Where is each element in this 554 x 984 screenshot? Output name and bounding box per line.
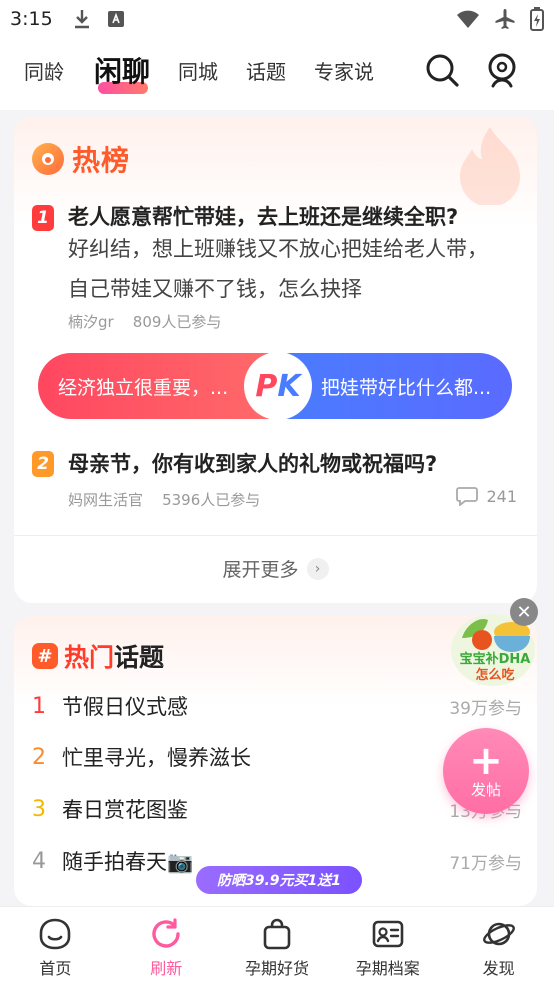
bottom-nav-records[interactable]: 孕期档案: [332, 907, 443, 984]
promo-pill-banner[interactable]: 防晒39.9元买1送1: [194, 864, 364, 896]
wifi-icon: [457, 10, 479, 28]
hot-topics-title-part1: 热门: [64, 643, 115, 672]
pk-letter-p: P: [255, 368, 278, 404]
hot-question-meta: 楠汐gr 809人已参与: [68, 311, 221, 332]
home-face-icon: [40, 918, 71, 950]
topic-row[interactable]: 1 节假日仪式感 39万参与: [32, 686, 522, 726]
battery-icon: [530, 7, 544, 31]
hot-topics-header: # 热门话题: [32, 638, 164, 674]
comment-count-value: 241: [486, 486, 517, 506]
pk-badge: PK: [244, 352, 312, 420]
topic-name: 节假日仪式感: [62, 695, 188, 719]
hot-question-desc[interactable]: 好纠结，想上班赚钱又不放心把娃给老人带，自己带娃又赚不了钱，怎么抉择: [68, 229, 508, 309]
bottom-nav: 首页 刷新 孕期好货 孕期档案 发现: [0, 906, 554, 984]
participant-count: 809人已参与: [132, 313, 222, 331]
search-icon[interactable]: [424, 52, 460, 88]
tab-chat[interactable]: 闲聊: [94, 50, 150, 90]
divider: [14, 535, 537, 536]
shopping-bag-icon: [263, 918, 291, 950]
promo-line1: 宝宝补DHA: [459, 652, 531, 667]
post-fab-label: 发帖: [470, 780, 501, 799]
topic-rank: 2: [32, 744, 46, 770]
tab-expert[interactable]: 专家说: [314, 56, 374, 85]
bottom-nav-goods[interactable]: 孕期好货: [222, 907, 333, 984]
bottom-nav-discover[interactable]: 发现: [443, 907, 554, 984]
download-icon: [74, 10, 89, 29]
hot-question-title[interactable]: 老人愿意帮忙带娃，去上班还是继续全职?: [68, 201, 458, 231]
comment-bubble-icon: [456, 487, 479, 506]
status-bar: 3:15: [0, 0, 554, 38]
profile-card-icon: [372, 920, 404, 948]
promo-text[interactable]: 宝宝补DHA 怎么吃: [452, 652, 538, 684]
top-nav: 同龄 闲聊 同城 话题 专家说: [0, 38, 554, 110]
hot-list-title: 热榜: [72, 144, 131, 177]
hot-flame-icon: [32, 143, 64, 175]
topic-row[interactable]: 3 春日赏花图鉴 13万参与: [32, 789, 522, 829]
topic-name: 春日赏花图鉴: [62, 798, 188, 822]
topic-count: 71万参与: [449, 853, 522, 874]
author-name: 楠汐gr: [68, 313, 114, 331]
hashtag-icon: #: [32, 643, 58, 669]
bottom-nav-label: 首页: [39, 959, 72, 978]
keyboard-icon: [107, 11, 124, 27]
rank-badge: 1: [32, 205, 54, 231]
hot-question-meta: 妈网生活官 5396人已参与: [68, 489, 260, 510]
tab-same-age[interactable]: 同龄: [24, 56, 64, 85]
topic-rank: 4: [32, 848, 46, 874]
promo-line2: 怎么吃: [475, 668, 515, 683]
bottom-nav-label: 刷新: [150, 959, 183, 978]
topic-rank: 1: [32, 693, 46, 719]
topic-name: 随手拍春天📷: [62, 850, 194, 874]
chevron-right-icon: ›: [306, 557, 329, 580]
comment-count[interactable]: 241: [456, 486, 517, 506]
expand-more-label: 展开更多: [222, 559, 299, 581]
bottom-nav-label: 孕期档案: [355, 959, 420, 978]
flame-watermark-icon: [460, 127, 520, 205]
participant-count: 5396人已参与: [162, 491, 261, 509]
author-name: 妈网生活官: [68, 491, 144, 509]
rank-badge: 2: [32, 451, 54, 477]
status-time: 3:15: [10, 8, 53, 30]
airplane-icon: [495, 9, 515, 29]
topic-count: 39万参与: [449, 698, 522, 719]
hot-topics-title: 热门话题: [64, 638, 164, 674]
pk-letter-k: K: [277, 368, 301, 404]
post-fab-button[interactable]: + 发帖: [443, 728, 529, 814]
hot-question-title[interactable]: 母亲节，你有收到家人的礼物或祝福吗?: [68, 448, 437, 478]
hot-list-card: 热榜 1 老人愿意帮忙带娃，去上班还是继续全职? 好纠结，想上班赚钱又不放心把娃…: [14, 117, 537, 603]
pk-option-left[interactable]: 经济独立很重要，...: [38, 353, 275, 419]
topic-name: 忙里寻光，慢养滋长: [62, 746, 251, 770]
bottom-nav-label: 发现: [482, 959, 515, 978]
bottom-nav-home[interactable]: 首页: [0, 907, 111, 984]
bottom-nav-label: 孕期好货: [244, 959, 309, 978]
user-center-icon[interactable]: [484, 52, 520, 88]
hot-topics-title-part2: 话题: [114, 643, 165, 672]
planet-icon: [482, 922, 515, 946]
plus-icon: +: [469, 737, 503, 784]
hot-list-header: 热榜: [32, 139, 130, 179]
tab-topics[interactable]: 话题: [246, 56, 286, 85]
expand-more-button[interactable]: 展开更多 ›: [14, 555, 537, 582]
promo-close-button[interactable]: ✕: [510, 598, 538, 626]
refresh-icon: [152, 918, 180, 948]
tab-same-city[interactable]: 同城: [178, 56, 218, 85]
bottom-nav-refresh[interactable]: 刷新: [111, 907, 222, 984]
topic-rank: 3: [32, 796, 46, 822]
